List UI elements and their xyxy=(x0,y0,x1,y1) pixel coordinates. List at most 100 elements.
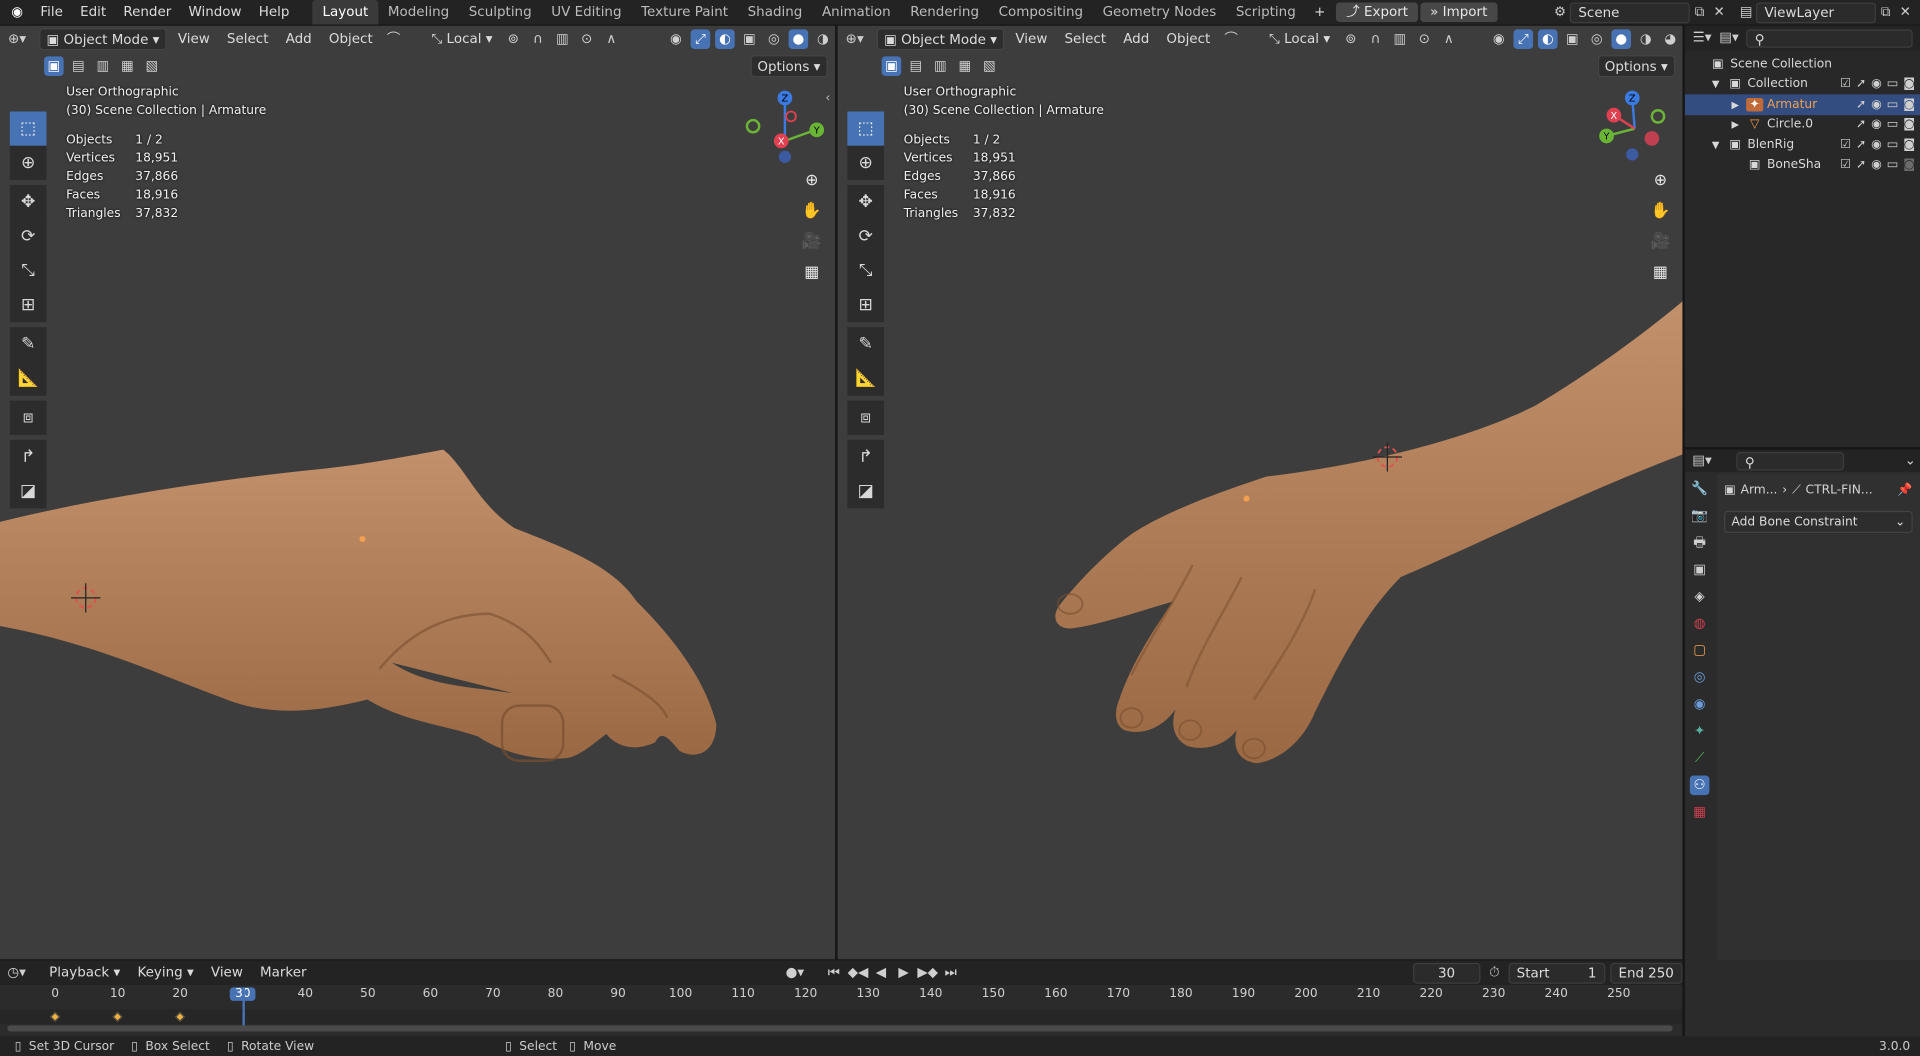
scene-tab-icon[interactable]: ◈ xyxy=(1690,587,1710,607)
editor-type-icon[interactable]: ⊕▾ xyxy=(7,29,27,49)
rotate-tool[interactable]: ⟳ xyxy=(847,219,885,254)
texture-tab-icon[interactable]: ▦ xyxy=(1690,802,1710,822)
eye-icon[interactable]: ◉ xyxy=(1871,77,1882,90)
stopwatch-icon[interactable]: ⏱ xyxy=(1485,963,1503,983)
falloff-icon[interactable]: ∧ xyxy=(602,29,622,49)
hand-mesh-left[interactable] xyxy=(0,430,735,798)
orientation-dropdown[interactable]: ⤡ Local ▾ xyxy=(1263,28,1336,50)
armature-data-tab-icon[interactable]: ✦ xyxy=(1690,722,1710,742)
select-new-icon[interactable]: ▣ xyxy=(881,56,902,76)
tab-rendering[interactable]: Rendering xyxy=(900,0,988,25)
scale-tool[interactable]: ⤡ xyxy=(9,253,47,288)
display-mode-icon[interactable]: ▤▾ xyxy=(1719,28,1739,48)
move-tool[interactable]: ✥ xyxy=(9,184,47,220)
eye-icon[interactable]: ◉ xyxy=(1871,118,1882,131)
editor-type-icon[interactable]: ☰▾ xyxy=(1692,28,1712,48)
pin-icon[interactable]: 📌 xyxy=(1897,483,1912,496)
xray-icon[interactable]: ▣ xyxy=(740,29,760,49)
keying-menu[interactable]: Keying ▾ xyxy=(131,962,200,984)
cursor-tool[interactable]: ⊕ xyxy=(847,145,885,181)
shear-tool[interactable]: ◪ xyxy=(847,474,885,509)
annotate-tool[interactable]: ✎ xyxy=(9,327,47,362)
camera-icon[interactable]: ◙ xyxy=(1903,77,1915,90)
camera-icon[interactable]: ◙ xyxy=(1903,118,1915,131)
checkbox-icon[interactable]: ☑ xyxy=(1840,77,1851,90)
camera-icon[interactable]: 🎥 xyxy=(798,228,825,255)
keyframe-marker[interactable] xyxy=(112,1011,123,1023)
monitor-icon[interactable]: ▭ xyxy=(1887,98,1899,111)
expand-arrow-icon[interactable]: ▶ xyxy=(1731,119,1746,130)
play-reverse-icon[interactable]: ◀ xyxy=(872,963,890,983)
material-shading-icon[interactable]: ◑ xyxy=(1636,29,1656,49)
next-keyframe-icon[interactable]: ▶◆ xyxy=(917,963,938,983)
camera-icon[interactable]: ◙ xyxy=(1903,138,1915,151)
menu-file[interactable]: File xyxy=(32,0,72,25)
select-box-tool[interactable]: ⬚ xyxy=(9,111,47,146)
solid-shading-icon[interactable]: ● xyxy=(1611,29,1632,50)
select-intersect-icon[interactable]: ▧ xyxy=(142,56,162,76)
pivot-icon[interactable]: ⊚ xyxy=(504,29,524,49)
editor-type-icon[interactable]: ◷▾ xyxy=(7,963,26,983)
measure-tool[interactable]: 📐 xyxy=(9,361,47,396)
hand-mesh-right[interactable] xyxy=(948,295,1683,785)
checkbox-icon[interactable]: ☑ xyxy=(1840,138,1851,151)
menu-help[interactable]: Help xyxy=(250,0,298,25)
outliner-row-scene-collection[interactable]: ▣ Scene Collection xyxy=(1685,54,1920,74)
transform-tool[interactable]: ⊞ xyxy=(9,287,47,323)
tab-uv-editing[interactable]: UV Editing xyxy=(541,0,631,25)
snap-icon[interactable]: ∩ xyxy=(1366,29,1386,49)
add-workspace-button[interactable]: + xyxy=(1306,0,1334,25)
tab-geometry-nodes[interactable]: Geometry Nodes xyxy=(1093,0,1226,25)
end-frame-field[interactable]: End 250 xyxy=(1609,962,1683,984)
outliner-row-circle[interactable]: ▶ ▽ Circle.0 ➚ ◉ ▭ ◙ xyxy=(1685,115,1920,135)
outliner-row-boneshapes[interactable]: ▣ BoneSha ☑ ➚ ◉ ▭ ◙ xyxy=(1685,155,1920,175)
properties-search-input[interactable]: ⚲ xyxy=(1736,451,1845,470)
new-view-layer-icon[interactable]: ⧉ xyxy=(1876,2,1896,22)
grid-icon[interactable]: ▦ xyxy=(798,258,825,285)
view-layer-tab-icon[interactable]: ▣ xyxy=(1690,560,1710,580)
physics-tab-icon[interactable]: ◉ xyxy=(1690,695,1710,715)
tab-sculpting[interactable]: Sculpting xyxy=(459,0,542,25)
rotate-tool[interactable]: ⟳ xyxy=(9,219,47,254)
menu-edit[interactable]: Edit xyxy=(72,0,115,25)
record-icon[interactable]: ●▾ xyxy=(786,963,805,983)
modifier-tab-icon[interactable]: ◎ xyxy=(1690,668,1710,688)
checkbox-icon[interactable]: ☑ xyxy=(1840,158,1851,171)
eye-icon[interactable]: ◉ xyxy=(1871,98,1882,111)
editor-type-icon[interactable]: ▤▾ xyxy=(1692,451,1712,471)
menu-object[interactable]: Object xyxy=(1160,28,1216,50)
selectable-icon[interactable]: ➚ xyxy=(1856,77,1866,90)
scene-selector[interactable]: Scene xyxy=(1569,1,1690,23)
import-button[interactable]: » Import xyxy=(1420,2,1498,23)
tab-animation[interactable]: Animation xyxy=(812,0,900,25)
monitor-icon[interactable]: ▭ xyxy=(1887,138,1899,151)
tab-texture-paint[interactable]: Texture Paint xyxy=(631,0,738,25)
expand-arrow-icon[interactable]: ▶ xyxy=(1731,99,1746,110)
playback-menu[interactable]: Playback ▾ xyxy=(43,962,126,984)
xray-icon[interactable]: ▣ xyxy=(1562,29,1582,49)
delete-view-layer-icon[interactable]: ✕ xyxy=(1896,2,1916,22)
start-frame-field[interactable]: Start 1 xyxy=(1508,962,1605,984)
select-extend-icon[interactable]: ▤ xyxy=(69,56,89,76)
export-button[interactable]: ⤴ Export xyxy=(1336,2,1418,23)
output-tab-icon[interactable]: 🖶 xyxy=(1690,533,1710,553)
expand-arrow-icon[interactable]: ▼ xyxy=(1712,79,1727,90)
menu-select[interactable]: Select xyxy=(1058,28,1112,50)
breadcrumb-bone[interactable]: CTRL-FIN... xyxy=(1806,483,1873,496)
world-tab-icon[interactable]: ◍ xyxy=(1690,614,1710,634)
bone-constraint-tab-icon[interactable]: ⚇ xyxy=(1689,775,1710,796)
bone-tab-icon[interactable]: ⟋ xyxy=(1690,749,1710,769)
scene-icon[interactable]: ⚙ xyxy=(1550,2,1570,22)
menu-add[interactable]: Add xyxy=(280,28,318,50)
overlay-toggle-icon[interactable]: ◐ xyxy=(1537,29,1558,50)
select-new-icon[interactable]: ▣ xyxy=(44,56,64,76)
falloff-icon[interactable]: ∧ xyxy=(1439,29,1459,49)
tab-layout[interactable]: Layout xyxy=(312,0,379,25)
monitor-icon[interactable]: ▭ xyxy=(1887,118,1899,131)
select-box-tool[interactable]: ⬚ xyxy=(847,111,885,146)
viewport-left[interactable]: ⊕▾ ▣ Object Mode ▾ View Select Add Objec… xyxy=(0,25,836,960)
navigation-gizmo[interactable]: Z Y X xyxy=(740,89,828,167)
keyframe-marker[interactable] xyxy=(49,1011,61,1023)
tool-tab-icon[interactable]: 🔧 xyxy=(1690,479,1710,499)
wireframe-shading-icon[interactable]: ◎ xyxy=(764,29,784,49)
